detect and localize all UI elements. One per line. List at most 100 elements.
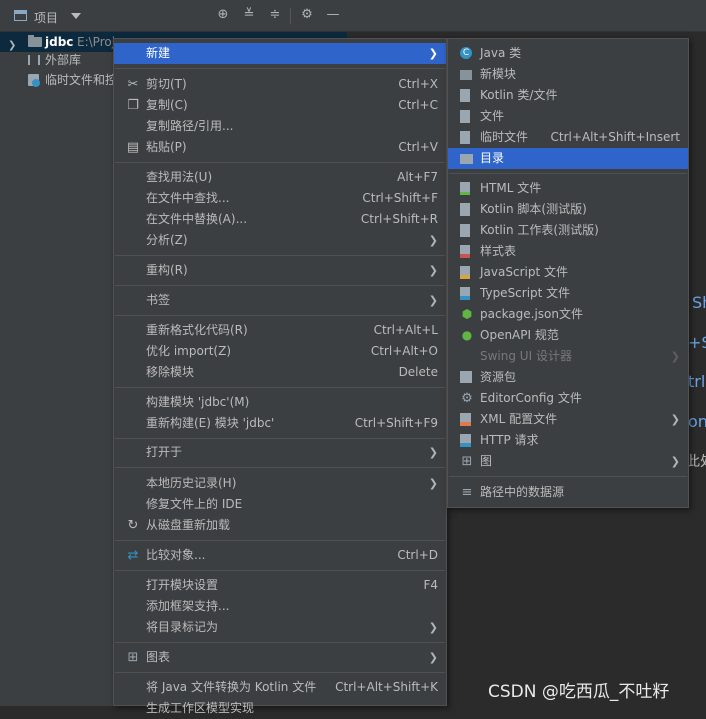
menu-separator (115, 570, 445, 571)
editor-text-fragment: +S (688, 333, 706, 352)
html-icon (460, 182, 470, 195)
scissors-icon: ✂ (127, 77, 139, 92)
gear-icon[interactable]: ⚙ (300, 8, 314, 22)
menu-item-copy[interactable]: ❐ 复制(C) Ctrl+C (114, 95, 446, 116)
submenu-item-kotlin-worksheet[interactable]: Kotlin 工作表(测试版) (448, 220, 688, 241)
css-icon (460, 245, 470, 258)
menu-item-open-module-settings[interactable]: 打开模块设置 F4 (114, 575, 446, 596)
menu-separator (449, 476, 687, 477)
chevron-right-icon: ❯ (428, 477, 438, 490)
editor-tab-strip (347, 0, 706, 32)
project-panel-title[interactable]: 项目 (34, 9, 58, 26)
tree-item-label: 外部库 (45, 53, 82, 67)
editor-text-fragment: 此处 (686, 454, 706, 470)
context-menu: 新建 ❯ ✂ 剪切(T) Ctrl+X ❐ 复制(C) Ctrl+C 复制路径/… (113, 38, 447, 715)
locate-icon[interactable]: ⊕ (216, 8, 230, 22)
submenu-item-file[interactable]: 文件 (448, 106, 688, 127)
menu-item-cut[interactable]: ✂ 剪切(T) Ctrl+X (114, 74, 446, 95)
menu-item-convert-java-to-kotlin[interactable]: 将 Java 文件转换为 Kotlin 文件 Ctrl+Alt+Shift+K (114, 677, 446, 698)
submenu-item-editorconfig[interactable]: ⚙ EditorConfig 文件 (448, 388, 688, 409)
chevron-right-icon: ❯ (428, 446, 438, 459)
menu-separator (115, 438, 445, 439)
javascript-icon (460, 266, 470, 279)
menu-item-local-history[interactable]: 本地历史记录(H) ❯ (114, 473, 446, 494)
chevron-right-icon: ❯ (428, 47, 438, 60)
divider (290, 8, 291, 24)
chevron-right-icon: ❯ (670, 350, 680, 363)
menu-item-analyze[interactable]: 分析(Z) ❯ (114, 230, 446, 251)
chevron-right-icon: ❯ (428, 651, 438, 664)
submenu-item-scratch-file[interactable]: 临时文件 Ctrl+Alt+Shift+Insert (448, 127, 688, 148)
chevron-right-icon: ❯ (670, 413, 680, 426)
chevron-right-icon: ❯ (670, 455, 680, 468)
submenu-item-stylesheet[interactable]: 样式表 (448, 241, 688, 262)
datasource-icon: ≡ (461, 485, 473, 500)
submenu-item-new-module[interactable]: 新模块 (448, 64, 688, 85)
minimize-icon[interactable]: — (326, 8, 340, 22)
copy-icon: ❐ (127, 98, 139, 113)
editor-text-fragment: Sh (692, 293, 706, 312)
module-icon (460, 70, 472, 80)
project-panel-header: 项目 ⊕ ≚ ≑ ⚙ — (0, 0, 347, 32)
chevron-right-icon[interactable]: ❯ (8, 36, 16, 56)
submenu-item-kotlin-file[interactable]: Kotlin 类/文件 (448, 85, 688, 106)
menu-item-compare-with[interactable]: ⇄ 比较对象... Ctrl+D (114, 545, 446, 566)
editor-text-fragment: on (688, 412, 706, 431)
reload-icon: ↻ (127, 518, 139, 533)
menu-item-copy-path[interactable]: 复制路径/引用... (114, 116, 446, 137)
kotlin-script-icon (460, 203, 470, 216)
menu-separator (115, 540, 445, 541)
menu-item-bookmarks[interactable]: 书签 ❯ (114, 290, 446, 311)
menu-item-build-module[interactable]: 构建模块 'jdbc'(M) (114, 392, 446, 413)
menu-item-generate-workspace-model[interactable]: 生成工作区模型实现 (114, 698, 446, 719)
menu-separator (115, 467, 445, 468)
submenu-item-datasource-in-path[interactable]: ≡ 路径中的数据源 (448, 482, 688, 503)
submenu-item-java-class[interactable]: C Java 类 (448, 43, 688, 64)
submenu-item-openapi-spec[interactable]: ● OpenAPI 规范 (448, 325, 688, 346)
expand-all-icon[interactable]: ≚ (242, 8, 256, 22)
submenu-item-kotlin-script[interactable]: Kotlin 脚本(测试版) (448, 199, 688, 220)
menu-item-mark-directory-as[interactable]: 将目录标记为 ❯ (114, 617, 446, 638)
menu-item-replace-in-files[interactable]: 在文件中替换(A)... Ctrl+Shift+R (114, 209, 446, 230)
menu-item-reload-from-disk[interactable]: ↻ 从磁盘重新加载 (114, 515, 446, 536)
resource-bundle-icon (460, 371, 472, 383)
folder-icon (460, 154, 473, 164)
collapse-all-icon[interactable]: ≑ (268, 8, 282, 22)
submenu-item-directory[interactable]: 目录 (448, 148, 688, 169)
menu-item-new[interactable]: 新建 ❯ (114, 43, 446, 64)
submenu-item-typescript-file[interactable]: TypeScript 文件 (448, 283, 688, 304)
submenu-item-http-request[interactable]: HTTP 请求 (448, 430, 688, 451)
library-icon (28, 55, 40, 65)
menu-separator (449, 173, 687, 174)
submenu-item-diagram[interactable]: ⊞ 图 ❯ (448, 451, 688, 472)
submenu-item-xml-config[interactable]: XML 配置文件 ❯ (448, 409, 688, 430)
menu-item-remove-module[interactable]: 移除模块 Delete (114, 362, 446, 383)
submenu-item-resource-bundle[interactable]: 资源包 (448, 367, 688, 388)
menu-separator (115, 642, 445, 643)
project-window-icon (14, 10, 27, 21)
menu-item-find-usages[interactable]: 查找用法(U) Alt+F7 (114, 167, 446, 188)
menu-item-reformat-code[interactable]: 重新格式化代码(R) Ctrl+Alt+L (114, 320, 446, 341)
submenu-item-javascript-file[interactable]: JavaScript 文件 (448, 262, 688, 283)
tree-item-label: jdbc (45, 35, 74, 49)
menu-item-open-in[interactable]: 打开于 ❯ (114, 442, 446, 463)
submenu-item-swing-ui-designer[interactable]: Swing UI 设计器 ❯ (448, 346, 688, 367)
menu-item-rebuild-module[interactable]: 重新构建(E) 模块 'jdbc' Ctrl+Shift+F9 (114, 413, 446, 434)
scratch-file-icon (460, 131, 470, 144)
menu-item-find-in-files[interactable]: 在文件中查找... Ctrl+Shift+F (114, 188, 446, 209)
submenu-item-package-json[interactable]: ⬢ package.json文件 (448, 304, 688, 325)
chevron-down-icon[interactable] (71, 13, 81, 19)
submenu-new: C Java 类 新模块 Kotlin 类/文件 文件 临时文件 Ctrl+Al… (447, 38, 689, 508)
menu-item-paste[interactable]: ▤ 粘贴(P) Ctrl+V (114, 137, 446, 158)
menu-item-diagrams[interactable]: ⊞ 图表 ❯ (114, 647, 446, 668)
menu-separator (115, 255, 445, 256)
diagram-icon: ⊞ (127, 650, 139, 665)
menu-separator (115, 672, 445, 673)
menu-item-repair-ide[interactable]: 修复文件上的 IDE (114, 494, 446, 515)
submenu-item-html-file[interactable]: HTML 文件 (448, 178, 688, 199)
menu-item-refactor[interactable]: 重构(R) ❯ (114, 260, 446, 281)
menu-item-add-framework-support[interactable]: 添加框架支持... (114, 596, 446, 617)
java-class-icon: C (460, 47, 472, 59)
clock-badge-icon (32, 79, 40, 87)
menu-item-optimize-imports[interactable]: 优化 import(Z) Ctrl+Alt+O (114, 341, 446, 362)
